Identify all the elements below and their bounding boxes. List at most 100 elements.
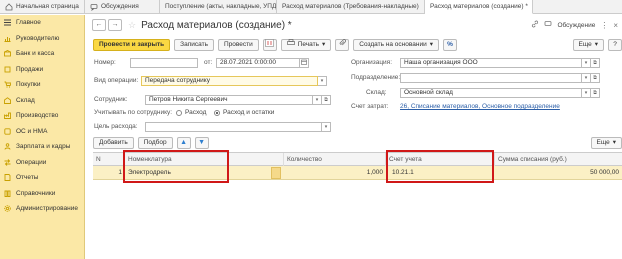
row-sum[interactable]: 50 000,00 bbox=[495, 166, 622, 180]
radio-dot bbox=[176, 109, 182, 116]
chevron-down-icon: ▾ bbox=[322, 40, 326, 48]
discussion-link[interactable]: Обсуждение bbox=[557, 22, 595, 29]
sidebar-item-label: Производство bbox=[16, 112, 59, 120]
sidebar-item-production[interactable]: Производство bbox=[0, 108, 84, 124]
chevron-down-icon[interactable]: ▾ bbox=[322, 122, 331, 132]
move-up-icon[interactable]: ▲ bbox=[176, 136, 191, 149]
open-icon[interactable]: ⧉ bbox=[591, 58, 600, 68]
title-row: ← → ☆ Расход материалов (создание) * Обс… bbox=[92, 16, 622, 34]
more-label: Еще bbox=[596, 138, 610, 146]
column-header-n[interactable]: N bbox=[93, 153, 125, 166]
table-more-button[interactable]: Еще ▾ bbox=[590, 136, 622, 149]
favorite-star-icon[interactable]: ☆ bbox=[128, 20, 136, 31]
sidebar-item-salary[interactable]: Зарплата и кадры bbox=[0, 139, 84, 155]
sidebar-item-admin[interactable]: Администрирование bbox=[0, 201, 84, 217]
warehouse-field[interactable]: Основной склад bbox=[400, 88, 582, 98]
tab-material-expense-new[interactable]: Расход материалов (создание) * × bbox=[425, 0, 533, 14]
discuss-icon[interactable] bbox=[544, 20, 552, 30]
books-icon bbox=[4, 190, 11, 197]
forward-button[interactable]: → bbox=[108, 19, 122, 31]
sidebar-item-label: Продажи bbox=[16, 65, 44, 73]
print-button[interactable]: Печать ▾ bbox=[280, 38, 332, 51]
sidebar-item-reports[interactable]: Отчеты bbox=[0, 170, 84, 186]
gear-icon bbox=[4, 205, 11, 212]
add-row-button[interactable]: Добавить bbox=[93, 136, 134, 149]
radio-expense-and-rest[interactable]: Расход и остатки bbox=[214, 109, 274, 116]
operation-type-select[interactable]: Передача сотруднику bbox=[141, 76, 318, 86]
highlight-box-item bbox=[123, 150, 229, 183]
radio-expense-label: Расход bbox=[185, 109, 207, 116]
chevron-down-icon[interactable]: ▾ bbox=[582, 88, 591, 98]
attach-button[interactable] bbox=[335, 38, 350, 51]
chevron-down-icon: ▾ bbox=[594, 40, 598, 48]
employee-label: Сотрудник: bbox=[94, 96, 128, 103]
date-field[interactable]: 28.07.2021 0:00:00 bbox=[216, 58, 300, 68]
sidebar-item-warehouse[interactable]: Склад bbox=[0, 93, 84, 109]
calendar-button[interactable] bbox=[300, 58, 309, 68]
sidebar-item-references[interactable]: Справочники bbox=[0, 186, 84, 202]
pick-button[interactable]: Подбор bbox=[137, 136, 173, 149]
table-toolbar: Добавить Подбор ▲ ▼ Еще ▾ bbox=[93, 136, 622, 149]
consider-by-employee-label: Учитывать по сотруднику: bbox=[94, 109, 173, 116]
employee-field[interactable]: Петров Никита Сергеевич bbox=[145, 95, 313, 105]
date-label: от: bbox=[204, 59, 213, 66]
open-icon[interactable]: ⧉ bbox=[591, 88, 600, 98]
people-icon bbox=[4, 143, 11, 150]
sidebar-item-label: Администрирование bbox=[16, 205, 78, 213]
division-field[interactable] bbox=[400, 73, 582, 83]
close-icon[interactable]: × bbox=[613, 21, 618, 30]
sidebar-item-sales[interactable]: Продажи bbox=[0, 62, 84, 78]
row-number: 1 bbox=[118, 169, 122, 176]
chevron-down-icon: ▾ bbox=[612, 138, 616, 146]
assets-icon bbox=[4, 128, 11, 135]
highlight-box-account bbox=[386, 150, 494, 183]
tab-discussions[interactable]: Обсуждения bbox=[85, 0, 160, 14]
create-based-on-button[interactable]: Создать на основании ▾ bbox=[353, 38, 439, 51]
sidebar-item-assets[interactable]: ОС и НМА bbox=[0, 124, 84, 140]
post-and-close-button[interactable]: Провести и закрыть bbox=[93, 38, 171, 51]
tab-label: Обсуждения bbox=[101, 3, 139, 10]
move-down-icon[interactable]: ▼ bbox=[194, 136, 209, 149]
sidebar-item-operations[interactable]: Операции bbox=[0, 155, 84, 171]
link-icon[interactable] bbox=[531, 20, 539, 30]
purpose-field[interactable] bbox=[145, 122, 322, 132]
tab-receipts[interactable]: Поступление (акты, накладные, УПД) × bbox=[160, 0, 277, 14]
production-icon bbox=[4, 112, 11, 120]
chevron-down-icon[interactable]: ▾ bbox=[582, 58, 591, 68]
radio-expense-rest-label: Расход и остатки bbox=[223, 109, 275, 116]
menu-icon bbox=[4, 19, 11, 26]
column-header-quantity[interactable]: Количество bbox=[284, 153, 386, 166]
back-button[interactable]: ← bbox=[92, 19, 106, 31]
sidebar-item-purchases[interactable]: Покупки bbox=[0, 77, 84, 93]
transactions-report-button[interactable] bbox=[262, 38, 277, 51]
more-dots-icon[interactable]: ⋮ bbox=[600, 21, 608, 30]
printer-icon bbox=[286, 39, 295, 50]
help-button[interactable]: ? bbox=[608, 38, 622, 51]
cost-account-link[interactable]: 26, Списание материалов, Основное подраз… bbox=[400, 103, 560, 110]
open-icon[interactable]: ⧉ bbox=[322, 95, 331, 105]
sidebar-item-main[interactable]: Главное bbox=[0, 15, 84, 31]
paperclip-icon bbox=[339, 38, 346, 51]
save-button[interactable]: Записать bbox=[174, 38, 214, 51]
number-field[interactable] bbox=[130, 58, 198, 68]
more-button[interactable]: Еще ▾ bbox=[572, 38, 604, 51]
chevron-down-icon[interactable]: ▾ bbox=[582, 73, 591, 83]
tab-label: Начальная страница bbox=[16, 3, 79, 10]
organization-field[interactable]: Наша организация ООО bbox=[400, 58, 582, 68]
sidebar-item-label: Главное bbox=[16, 19, 41, 27]
chevron-down-icon[interactable]: ▾ bbox=[318, 76, 327, 86]
open-icon[interactable]: ⧉ bbox=[591, 73, 600, 83]
post-button[interactable]: Провести bbox=[217, 38, 259, 51]
column-header-sum[interactable]: Сумма списания (руб.) bbox=[495, 153, 622, 166]
row-quantity[interactable]: 1,000 bbox=[284, 166, 386, 180]
chevron-down-icon[interactable]: ▾ bbox=[313, 95, 322, 105]
cost-account-label: Счет затрат: bbox=[351, 103, 389, 110]
sidebar-item-bank[interactable]: Банк и касса bbox=[0, 46, 84, 62]
sidebar-item-manager[interactable]: Руководителю bbox=[0, 31, 84, 47]
percent-icon: % bbox=[447, 40, 453, 48]
tab-material-requests[interactable]: Расход материалов (Требования-накладные)… bbox=[277, 0, 425, 14]
sidebar-item-label: Руководителю bbox=[16, 34, 60, 42]
radio-expense[interactable]: Расход bbox=[176, 109, 206, 116]
percent-button[interactable]: % bbox=[442, 38, 457, 51]
tab-home[interactable]: Начальная страница bbox=[0, 0, 85, 14]
